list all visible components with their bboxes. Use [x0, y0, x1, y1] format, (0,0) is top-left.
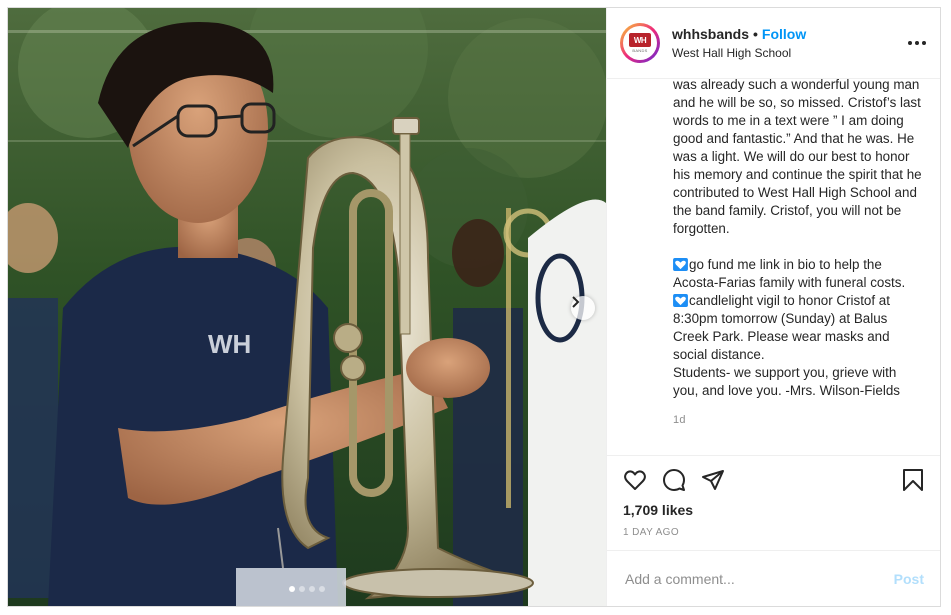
- like-button[interactable]: [623, 468, 647, 492]
- next-slide-button[interactable]: [571, 296, 595, 320]
- comment-button[interactable]: [662, 468, 686, 492]
- post-photo[interactable]: WH: [8, 8, 606, 606]
- avatar-logo-subtext: BANDS: [632, 48, 648, 53]
- carousel-dot: [299, 586, 305, 592]
- caption-text: was already such a wonderful young man a…: [673, 79, 924, 400]
- caption-timestamp[interactable]: 1d: [673, 414, 924, 426]
- post-details-panel: WH BANDS whhsbands • Follow West Hall Hi…: [606, 8, 940, 606]
- post-header: WH BANDS whhsbands • Follow West Hall Hi…: [607, 8, 940, 79]
- share-icon: [702, 470, 724, 490]
- carousel-dot: [319, 586, 325, 592]
- chevron-right-icon: [572, 296, 580, 308]
- comment-icon: [663, 469, 685, 491]
- caption-paragraph: was already such a wonderful young man a…: [673, 79, 922, 236]
- svg-text:WH: WH: [208, 329, 251, 359]
- post-actions: 1,709 likes 1 DAY AGO: [607, 455, 940, 550]
- blue-heart-icon: [673, 258, 688, 271]
- comment-input[interactable]: [623, 569, 894, 588]
- heart-icon: [624, 470, 646, 490]
- comment-bar: Post: [607, 550, 940, 606]
- bookmark-icon: [903, 469, 923, 491]
- more-options-button[interactable]: [908, 41, 926, 45]
- post-time-ago[interactable]: 1 DAY AGO: [623, 527, 924, 538]
- photo-illustration: WH: [8, 8, 606, 606]
- separator-dot: •: [753, 26, 758, 42]
- ellipsis-icon: [908, 41, 912, 45]
- carousel-dot: [289, 586, 295, 592]
- post-comment-button[interactable]: Post: [894, 571, 924, 587]
- username-link[interactable]: whhsbands: [672, 26, 749, 42]
- likes-count[interactable]: 1,709 likes: [623, 502, 924, 518]
- caption-gofund-line: go fund me link in bio to help the Acost…: [673, 257, 906, 290]
- caption-vigil-line: candlelight vigil to honor Cristof at 8:…: [673, 293, 890, 362]
- blue-heart-icon: [673, 294, 688, 307]
- location-link[interactable]: West Hall High School: [672, 46, 806, 60]
- carousel-dot: [309, 586, 315, 592]
- avatar-logo: WH: [629, 33, 651, 47]
- avatar[interactable]: WH BANDS: [620, 23, 660, 63]
- share-button[interactable]: [701, 468, 725, 492]
- post-modal: WH WH BANDS whhsbands • Follow West Hall…: [7, 7, 941, 607]
- carousel-indicator: [8, 586, 606, 592]
- caption-area: was already such a wonderful young man a…: [607, 79, 940, 455]
- follow-button[interactable]: Follow: [762, 26, 806, 42]
- caption-students-line: Students- we support you, grieve with yo…: [673, 365, 900, 398]
- save-button[interactable]: [902, 468, 924, 492]
